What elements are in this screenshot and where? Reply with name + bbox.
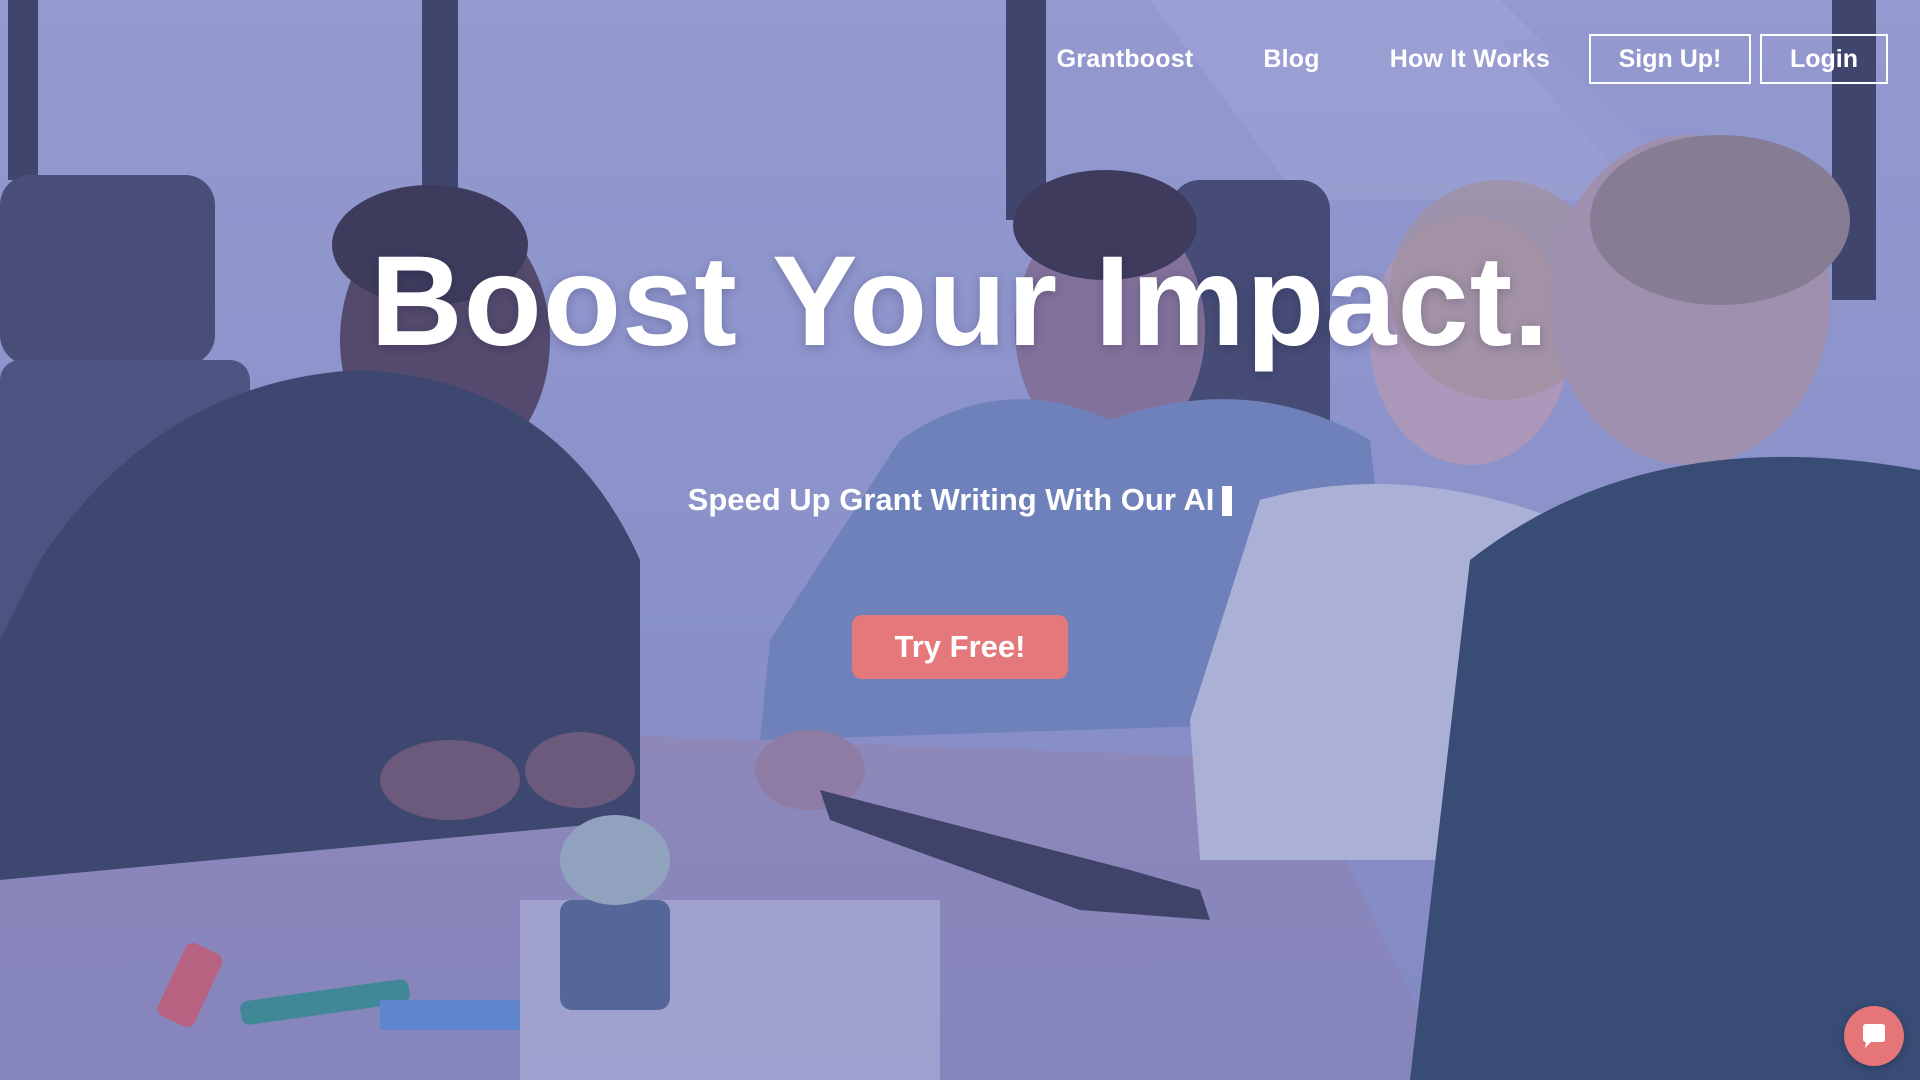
login-button[interactable]: Login — [1760, 34, 1888, 84]
nav-link-how-it-works[interactable]: How It Works — [1390, 45, 1550, 74]
nav-link-blog[interactable]: Blog — [1263, 45, 1319, 74]
chat-bubble-icon — [1863, 1024, 1885, 1048]
color-overlay — [0, 0, 1920, 1080]
hero-subheadline: Speed Up Grant Writing With Our AI — [687, 482, 1215, 517]
hero-section: Grantboost Blog How It Works Sign Up! Lo… — [0, 0, 1920, 1080]
try-free-button[interactable]: Try Free! — [852, 615, 1068, 679]
nav-link-grantboost[interactable]: Grantboost — [1057, 45, 1194, 74]
sign-up-button[interactable]: Sign Up! — [1589, 34, 1751, 84]
top-nav: Grantboost Blog How It Works Sign Up! Lo… — [1022, 32, 1888, 86]
hero-subheadline-wrapper: Speed Up Grant Writing With Our AI — [0, 478, 1920, 522]
chat-launcher-button[interactable] — [1844, 1006, 1904, 1066]
typing-cursor — [1222, 486, 1233, 516]
hero-headline: Boost Your Impact. — [370, 230, 1550, 373]
